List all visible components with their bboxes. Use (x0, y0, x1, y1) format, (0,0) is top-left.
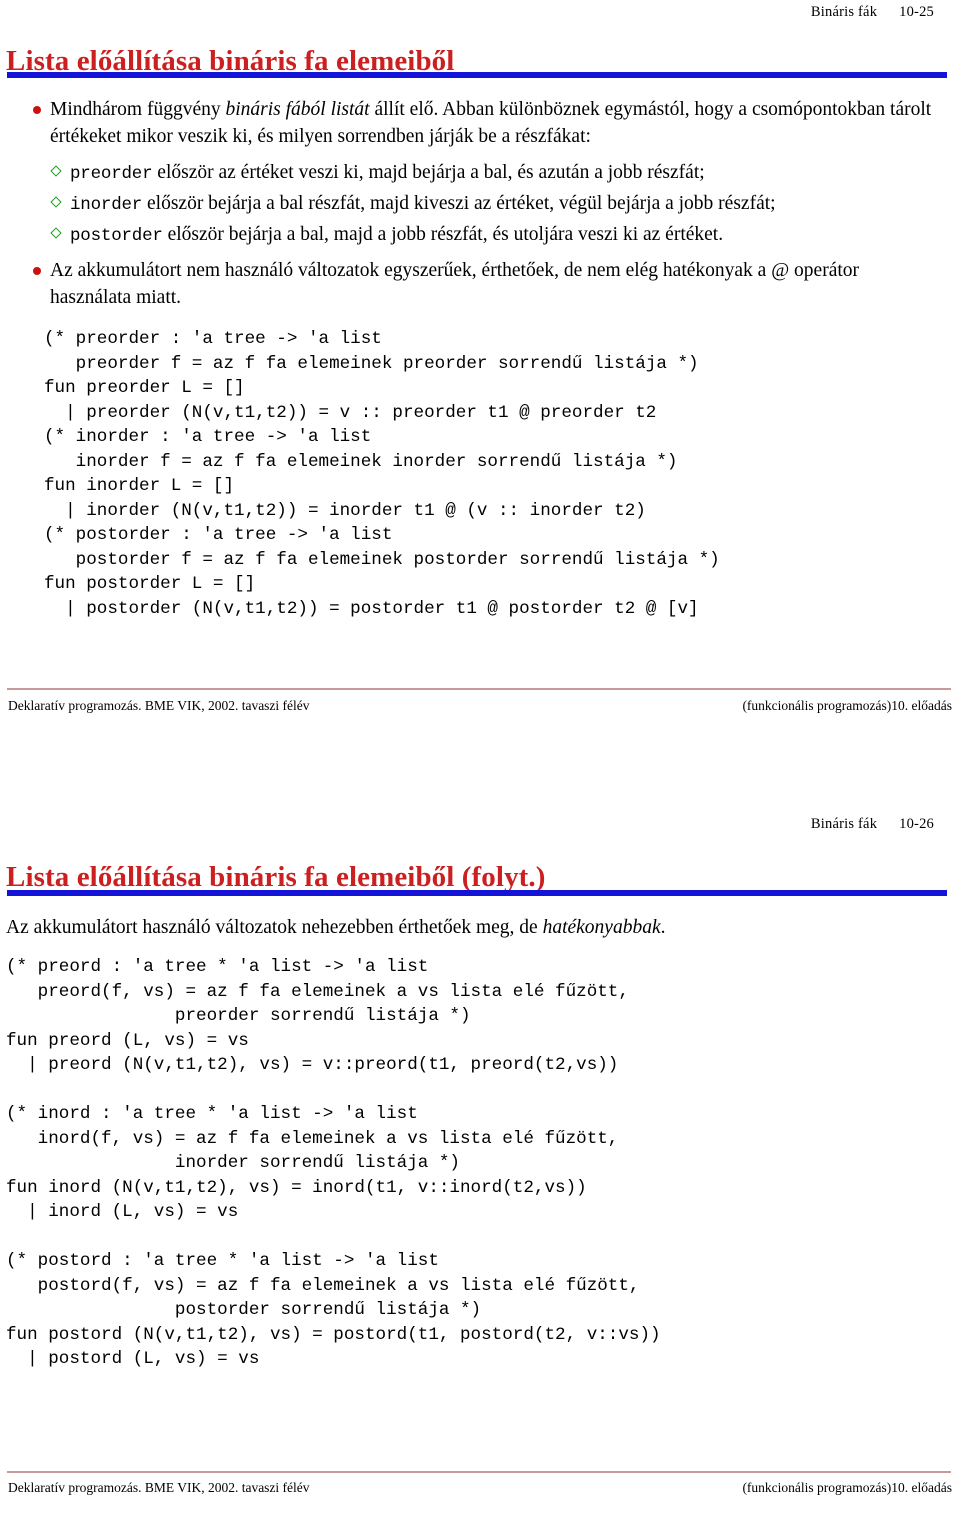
slide-1-header-topic: Bináris fák (810, 4, 878, 20)
slide-1-body: Mindhárom függvény bináris fából listát … (0, 96, 960, 621)
green-diamond-bullet-icon (50, 227, 62, 239)
slide-2-footer-right: (funkcionális programozás)10. előadás (742, 1480, 952, 1495)
green-diamond-bullet-icon (50, 165, 62, 177)
sub-bullet-inorder: inorder először bejárja a bal részfát, m… (0, 189, 960, 220)
sub-bullet-code-preorder: preorder (70, 164, 153, 184)
slide-2-header-topic: Bináris fák (810, 816, 878, 832)
intro-text-part: . (660, 917, 666, 938)
slide-2-footer-left: Deklaratív programozás. BME VIK, 2002. t… (8, 1480, 310, 1495)
slide-2-header: Bináris fák 10-26 (811, 816, 934, 833)
slide-1-header: Bináris fák 10-25 (811, 4, 934, 21)
slide-1: Bináris fák 10-25 Lista előállítása binár… (0, 0, 960, 766)
slide-2-footer-rule (7, 1471, 951, 1473)
code-block-accumulator: (* preord : 'a tree * 'a list -> 'a list… (6, 957, 661, 1369)
red-disc-bullet-icon (33, 267, 41, 275)
sub-bullet-preorder: preorder először az értéket veszi ki, ma… (0, 158, 960, 189)
bullet-text: Az akkumulátort nem használó változatok … (50, 260, 860, 308)
bullet-item: Mindhárom függvény bináris fából listát … (0, 96, 934, 150)
slide-1-footer-right: (funkcionális programozás)10. előadás (742, 698, 952, 713)
slide-2-title-rule (7, 890, 947, 896)
bullet-text-part-italic: bináris fából listát (225, 99, 370, 120)
slide-1-footer-rule (7, 688, 951, 690)
intro-text-part-italic: hatékonyabbak (542, 917, 661, 938)
slide-2-intro-paragraph: Az akkumulátort használó változatok nehe… (0, 914, 960, 941)
green-diamond-bullet-icon (50, 196, 62, 208)
sub-bullet-code-postorder: postorder (70, 226, 163, 246)
sub-bullet-postorder: postorder először bejárja a bal, majd a … (0, 220, 960, 251)
sub-bullet-text: először az értéket veszi ki, majd bejárj… (152, 162, 705, 183)
bullet-text-part: Mindhárom függvény (50, 99, 226, 120)
intro-text-part: Az akkumulátort használó változatok nehe… (6, 917, 543, 938)
slide-2: Bináris fák 10-26 Lista előállítása binár… (0, 766, 960, 1532)
slide-2-body: Az akkumulátort használó változatok nehe… (0, 914, 960, 1372)
code-block-nonaccumulator: (* preorder : 'a tree -> 'a list preorde… (44, 329, 720, 619)
slide-1-header-number: 10-25 (899, 4, 934, 20)
slide-2-header-number: 10-26 (899, 816, 934, 832)
slide-1-title-rule (7, 72, 947, 78)
slide-1-footer-left: Deklaratív programozás. BME VIK, 2002. t… (8, 698, 310, 713)
sub-bullet-code-inorder: inorder (70, 195, 143, 215)
sub-bullet-text: először bejárja a bal részfát, majd kive… (142, 193, 776, 214)
bullet-item-accumulator: Az akkumulátort nem használó változatok … (0, 257, 934, 311)
red-disc-bullet-icon (33, 106, 41, 114)
sub-bullet-text: először bejárja a bal, majd a jobb részf… (162, 224, 724, 245)
